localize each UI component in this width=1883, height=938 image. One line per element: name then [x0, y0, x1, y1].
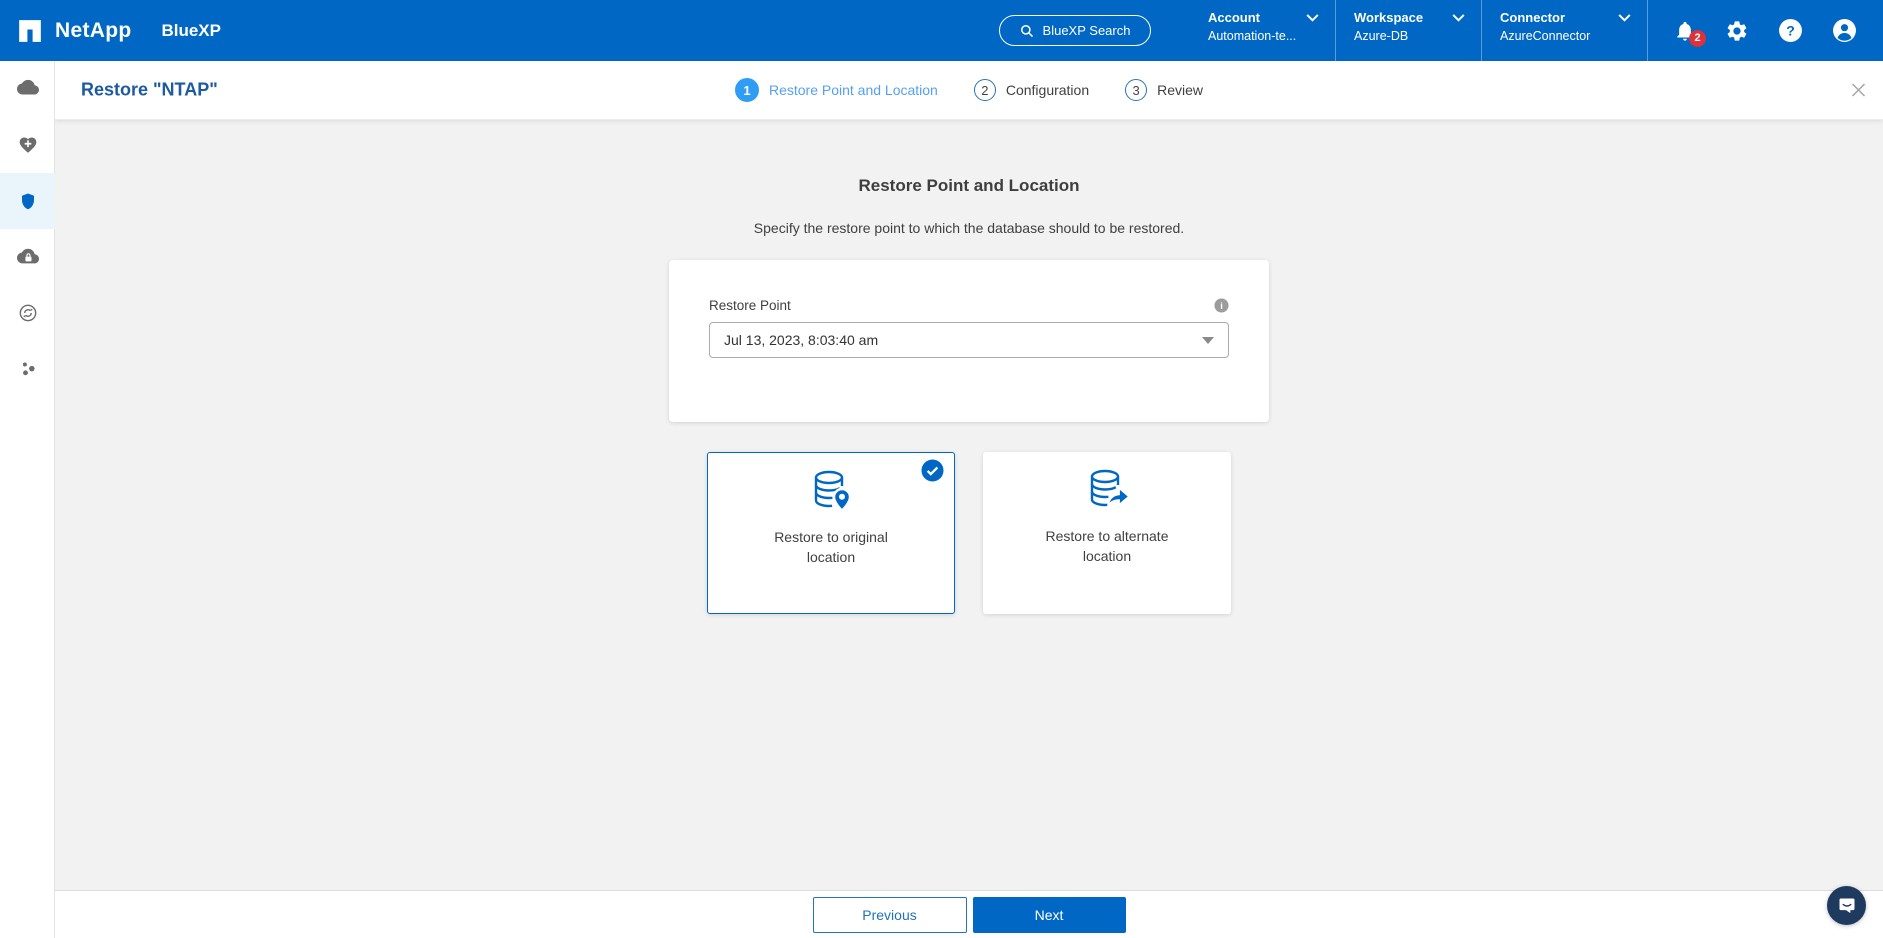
chat-support-button[interactable] [1827, 886, 1866, 925]
account-menu-value: Automation-te... [1208, 29, 1297, 43]
account-menu-label: Account [1208, 10, 1260, 25]
step-1-circle: 1 [734, 78, 759, 102]
restore-original-location-card[interactable]: Restore to original location [707, 452, 955, 614]
wizard-footer: Previous Next [55, 890, 1883, 938]
wizard-content: Restore Point and Location Specify the r… [55, 120, 1883, 890]
cloud-lock-icon [16, 246, 39, 268]
location-options: Restore to original location Restore to … [55, 452, 1883, 614]
restore-original-location-label: Restore to original location [774, 529, 888, 565]
page-title: Restore Point and Location [858, 176, 1080, 195]
user-account-button[interactable] [1832, 18, 1857, 43]
bluexp-search-button[interactable]: BlueXP Search [999, 15, 1151, 46]
database-share-icon [1084, 467, 1130, 513]
chevron-down-icon [1306, 13, 1319, 22]
step-3-circle: 3 [1125, 79, 1148, 101]
step-restore-point-and-location[interactable]: 1 Restore Point and Location [734, 78, 938, 102]
connector-menu-label: Connector [1500, 10, 1565, 25]
sidebar-item-extensions[interactable] [0, 341, 55, 397]
topbar-action-icons: 2 ? [1634, 0, 1883, 61]
database-location-icon [808, 468, 854, 514]
account-icon [1832, 18, 1857, 43]
wizard-header: Restore "NTAP" 1 Restore Point and Locat… [55, 61, 1883, 120]
netapp-logo-icon [17, 18, 43, 44]
gear-icon [1725, 19, 1749, 43]
context-menus: Account Automation-te... Workspace Azure… [1190, 0, 1648, 61]
restore-point-value: Jul 13, 2023, 8:03:40 am [724, 332, 879, 348]
restore-point-card: Restore Point i Jul 13, 2023, 8:03:40 am [669, 260, 1269, 422]
page-subtitle: Specify the restore point to which the d… [753, 220, 1185, 236]
settings-button[interactable] [1725, 19, 1749, 43]
close-icon [1850, 82, 1867, 99]
close-wizard-button[interactable] [1850, 82, 1867, 99]
sidebar-item-sync[interactable] [0, 285, 55, 341]
restore-point-label: Restore Point [709, 298, 791, 313]
sidebar-item-backup[interactable] [0, 229, 55, 285]
notifications-button[interactable]: 2 [1674, 19, 1706, 47]
step-2-label: Configuration [1005, 82, 1090, 98]
sidebar-item-protection[interactable] [0, 173, 55, 229]
brand-product-name: BlueXP [161, 20, 221, 40]
nodes-icon [18, 359, 38, 379]
step-2-circle: 2 [973, 79, 996, 101]
restore-alternate-location-label: Restore to alternate location [1045, 528, 1169, 564]
shield-icon [19, 192, 37, 210]
chevron-down-icon [1452, 13, 1465, 22]
top-navigation-bar: NetApp BlueXP BlueXP Search Account Auto… [0, 0, 1883, 61]
workspace-menu-value: Azure-DB [1354, 29, 1409, 43]
search-icon [1020, 24, 1034, 38]
connector-menu[interactable]: Connector AzureConnector [1482, 0, 1648, 61]
chevron-down-icon [1618, 13, 1631, 22]
account-menu[interactable]: Account Automation-te... [1190, 0, 1336, 61]
step-3-label: Review [1157, 82, 1204, 98]
search-label: BlueXP Search [1042, 23, 1131, 38]
workspace-menu-label: Workspace [1354, 10, 1424, 25]
restore-alternate-location-card[interactable]: Restore to alternate location [983, 452, 1231, 614]
info-icon[interactable]: i [1214, 298, 1229, 313]
heart-plus-icon [18, 135, 38, 155]
chat-bubble-icon [1837, 896, 1857, 916]
connector-menu-value: AzureConnector [1500, 29, 1591, 43]
step-configuration[interactable]: 2 Configuration [973, 79, 1090, 101]
check-badge-icon [921, 459, 944, 482]
sync-circle-icon [18, 303, 38, 323]
restore-point-select[interactable]: Jul 13, 2023, 8:03:40 am [709, 322, 1229, 358]
bluexp-app: NetApp BlueXP BlueXP Search Account Auto… [0, 0, 1883, 938]
left-sidebar [0, 61, 55, 938]
step-review[interactable]: 3 Review [1125, 79, 1203, 101]
svg-text:i: i [1220, 301, 1223, 311]
help-icon: ? [1778, 18, 1803, 43]
step-1-label: Restore Point and Location [768, 82, 938, 98]
wizard-steps: 1 Restore Point and Location 2 Configura… [55, 61, 1883, 119]
cloud-icon [16, 78, 39, 100]
brand-logo[interactable]: NetApp BlueXP [17, 0, 221, 61]
brand-company-name: NetApp [55, 18, 132, 42]
next-button[interactable]: Next [972, 896, 1126, 933]
sidebar-item-storage[interactable] [0, 61, 55, 117]
help-button[interactable]: ? [1778, 18, 1803, 43]
workspace-menu[interactable]: Workspace Azure-DB [1336, 0, 1482, 61]
sidebar-item-health[interactable] [0, 117, 55, 173]
notification-count-badge: 2 [1689, 29, 1706, 47]
caret-down-icon [1202, 336, 1214, 344]
svg-text:?: ? [1786, 22, 1795, 38]
previous-button[interactable]: Previous [812, 896, 967, 933]
